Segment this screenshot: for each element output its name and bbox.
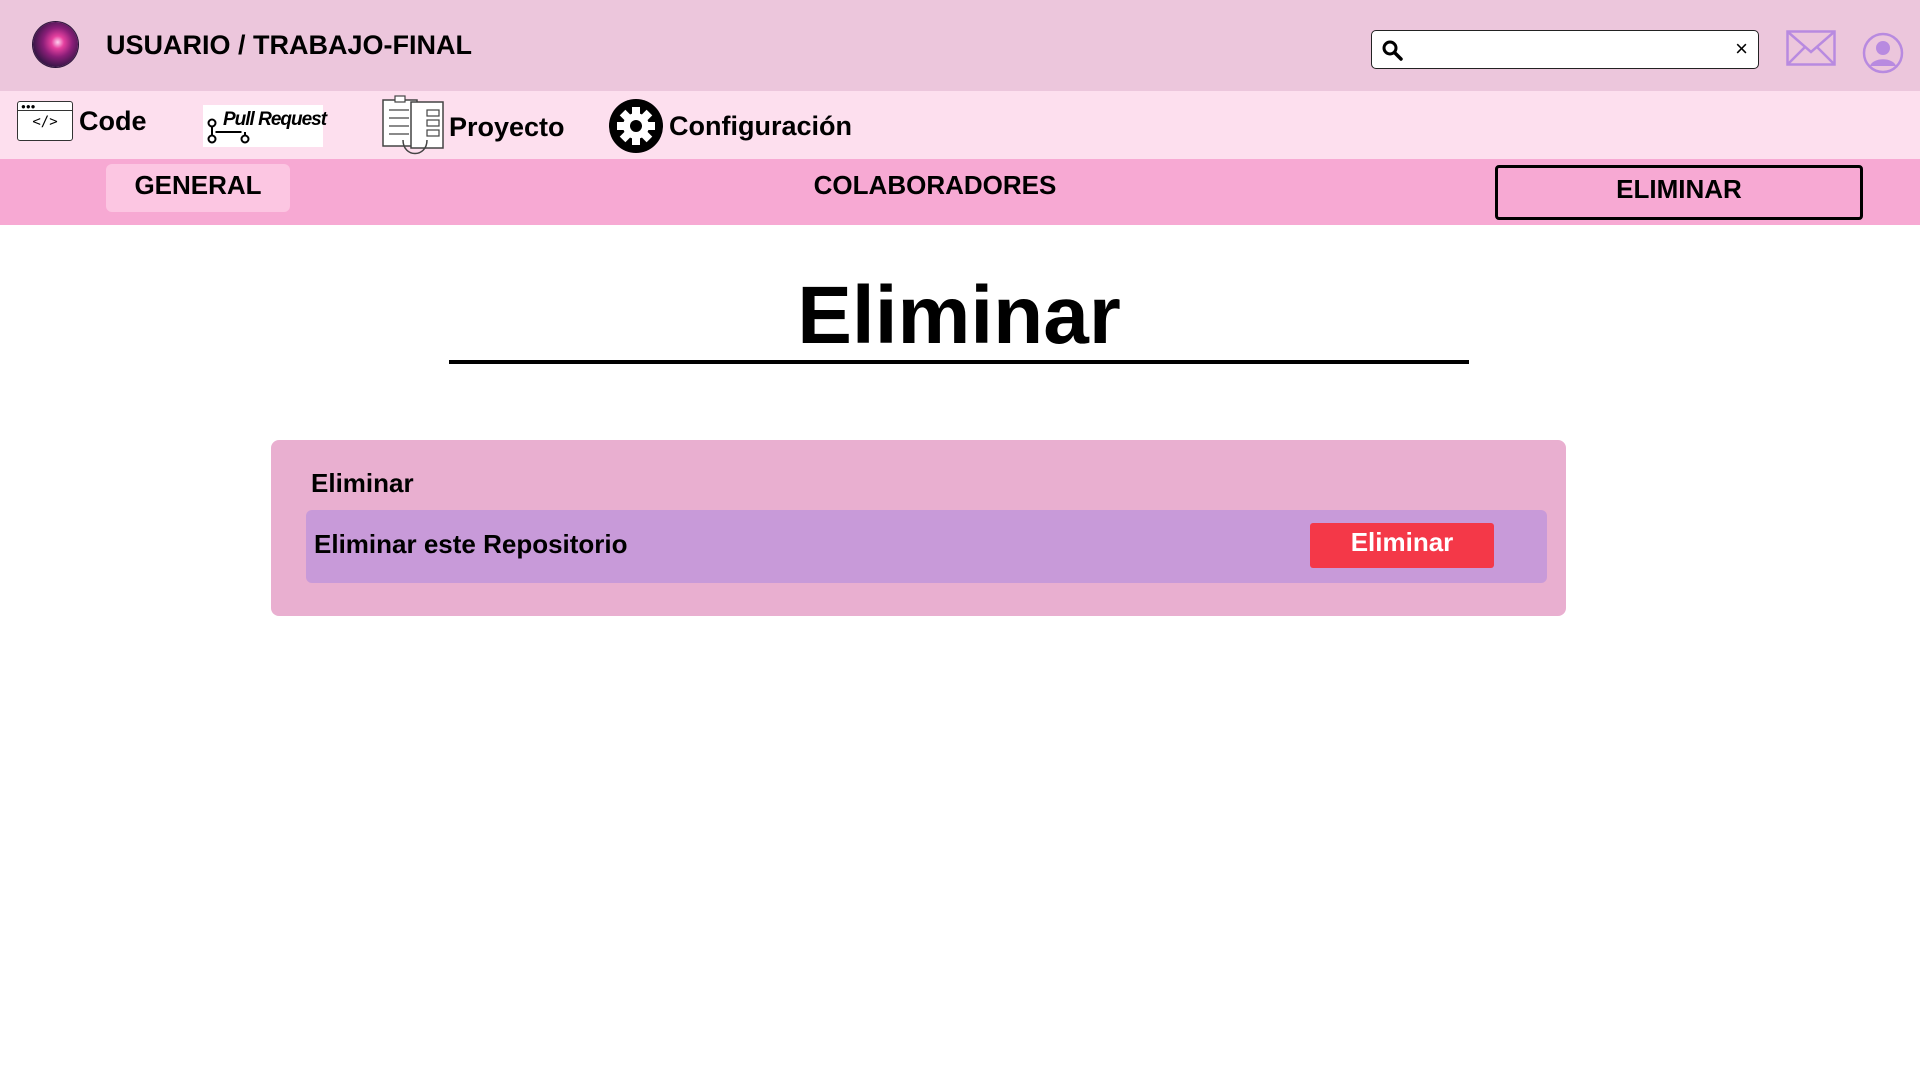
search-icon[interactable] — [1381, 39, 1403, 61]
tab-eliminar[interactable]: ELIMINAR — [1495, 165, 1863, 220]
page-title: Eliminar — [797, 270, 1121, 361]
delete-repo-row: Eliminar este Repositorio Eliminar — [306, 510, 1547, 583]
top-header: USUARIO / TRABAJO-FINAL × — [0, 0, 1920, 91]
gear-icon — [609, 99, 663, 153]
breadcrumb: USUARIO / TRABAJO-FINAL — [106, 30, 472, 61]
repo-nav: ●●● </> Code Pull Request Proyecto Confi… — [0, 91, 1920, 159]
nav-project-label: Proyecto — [449, 111, 565, 142]
close-icon[interactable]: × — [1735, 35, 1748, 63]
mail-icon[interactable] — [1786, 30, 1836, 66]
settings-tabs: GENERAL COLABORADORES ELIMINAR — [0, 159, 1920, 225]
nav-code[interactable]: ●●● </> Code — [17, 101, 147, 141]
delete-panel: Eliminar Eliminar este Repositorio Elimi… — [271, 440, 1566, 616]
tab-colaboradores[interactable]: COLABORADORES — [760, 164, 1110, 212]
breadcrumb-repo[interactable]: TRABAJO-FINAL — [253, 30, 472, 60]
panel-heading: Eliminar — [311, 468, 414, 498]
nav-code-label: Code — [79, 105, 147, 136]
title-underline — [449, 360, 1469, 364]
nav-config-label: Configuración — [669, 110, 852, 141]
galaxy-logo[interactable] — [33, 22, 78, 67]
search-box: × — [1371, 30, 1759, 69]
code-icon: ●●● </> — [17, 101, 73, 141]
project-icon — [382, 95, 444, 155]
nav-config[interactable]: Configuración — [608, 98, 852, 154]
breadcrumb-user[interactable]: USUARIO / — [106, 30, 246, 60]
nav-pull-request[interactable]: Pull Request — [203, 105, 327, 147]
user-icon[interactable] — [1862, 32, 1904, 74]
delete-repo-label: Eliminar este Repositorio — [314, 529, 628, 559]
nav-project[interactable]: Proyecto — [381, 94, 565, 160]
delete-repo-button[interactable]: Eliminar — [1310, 523, 1494, 568]
search-input[interactable] — [1414, 36, 1714, 63]
tab-general[interactable]: GENERAL — [106, 164, 290, 212]
nav-pull-request-label: Pull Request — [223, 109, 327, 130]
